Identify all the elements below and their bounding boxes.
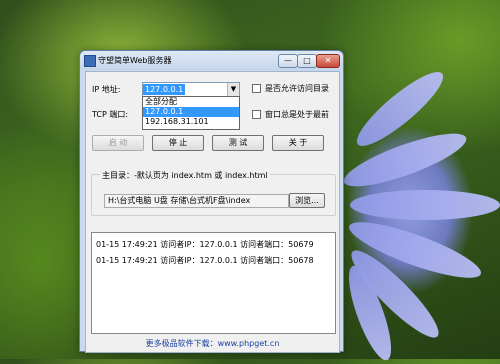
ip-value: 127.0.0.1 <box>143 84 186 95</box>
access-log[interactable]: 01-15 17:49:21 访问者IP：127.0.0.1 访问者端口：506… <box>91 232 336 334</box>
allow-browse-label: 是否允许访问目录 <box>265 84 329 93</box>
port-label: TCP 端口: <box>92 110 129 119</box>
root-path-field[interactable]: H:\台式电脑 U盘 存储\台式机F盘\index <box>104 194 289 208</box>
start-button[interactable]: 启 动 <box>92 135 144 151</box>
always-on-top-checkbox[interactable] <box>252 110 261 119</box>
flower-petal <box>350 190 500 220</box>
test-button[interactable]: 测 试 <box>212 135 264 151</box>
browse-button[interactable]: 浏览... <box>289 193 325 208</box>
about-button[interactable]: 关 于 <box>272 135 324 151</box>
ip-dropdown-list: 全部分配 127.0.0.1 192.168.31.101 <box>142 96 240 130</box>
client-area: IP 地址: 127.0.0.1 ▼ 全部分配 127.0.0.1 192.16… <box>85 71 340 353</box>
allow-browse-checkbox[interactable] <box>252 84 261 93</box>
ip-label: IP 地址: <box>92 85 121 94</box>
ip-option[interactable]: 192.168.31.101 <box>143 117 239 127</box>
always-on-top-label: 窗口总是处于最前 <box>265 110 329 119</box>
root-directory-title: 主目录：-默认页为 index.htm 或 index.html <box>100 170 270 181</box>
ip-option[interactable]: 全部分配 <box>143 97 239 107</box>
title-bar[interactable]: 守望简单Web服务器 — □ ✕ <box>80 51 343 70</box>
close-button[interactable]: ✕ <box>316 54 340 68</box>
chevron-down-icon[interactable]: ▼ <box>227 83 239 96</box>
maximize-button[interactable]: □ <box>297 54 317 68</box>
stop-button[interactable]: 停 止 <box>152 135 204 151</box>
ip-combobox[interactable]: 127.0.0.1 ▼ <box>142 82 240 97</box>
minimize-button[interactable]: — <box>278 54 298 68</box>
app-window: 守望简单Web服务器 — □ ✕ IP 地址: 127.0.0.1 ▼ 全部分配… <box>79 50 344 353</box>
window-title: 守望简单Web服务器 <box>98 56 172 65</box>
ip-option-selected[interactable]: 127.0.0.1 <box>143 107 239 117</box>
log-line: 01-15 17:49:21 访问者IP：127.0.0.1 访问者端口：506… <box>96 240 314 249</box>
footer-link[interactable]: 更多极品软件下载：www.phpget.cn <box>86 338 339 349</box>
app-icon <box>84 55 96 67</box>
log-line: 01-15 17:49:21 访问者IP：127.0.0.1 访问者端口：506… <box>96 256 314 265</box>
